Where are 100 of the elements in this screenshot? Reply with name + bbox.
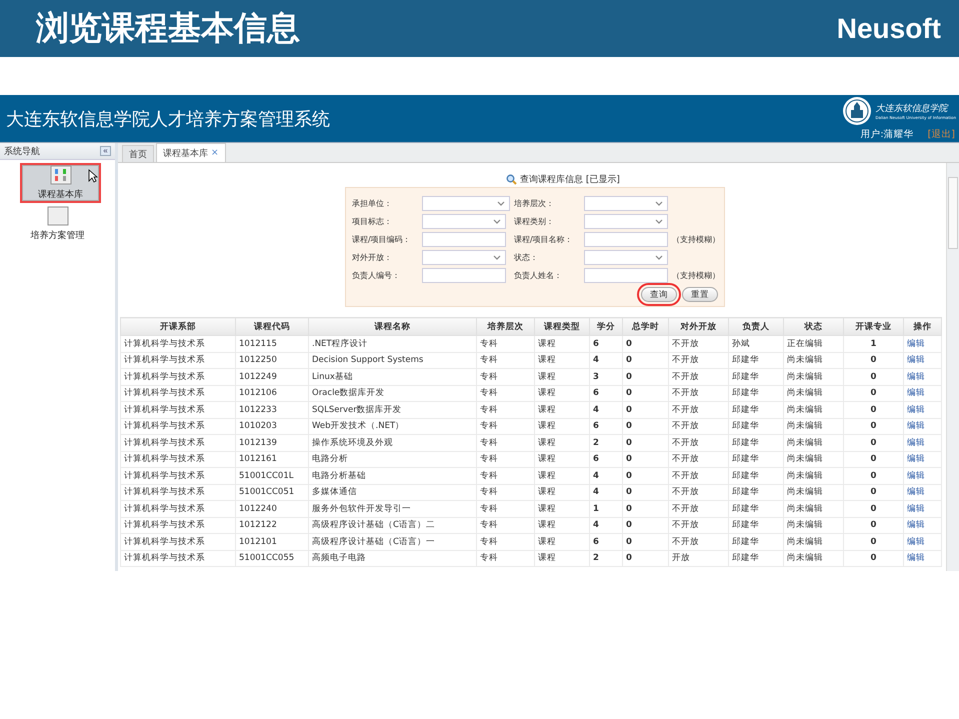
field-label: 负责人编号： (352, 270, 401, 281)
table-cell: 专科 (476, 484, 534, 500)
table-cell: 课程 (534, 451, 590, 468)
table-cell: 计算机科学与技术系 (120, 468, 236, 484)
column-header: 开课系部 (120, 318, 236, 336)
table-cell: 不开放 (668, 368, 728, 385)
table-cell: 尚未编辑 (784, 418, 844, 434)
table-cell: 尚未编辑 (784, 368, 844, 385)
table-cell: 0 (844, 534, 904, 550)
table-cell: 课程 (534, 534, 590, 550)
input-field[interactable] (422, 232, 506, 247)
table-cell: 0 (622, 484, 668, 500)
table-cell: 专科 (476, 500, 534, 517)
table-cell: 尚未编辑 (784, 534, 844, 550)
table-cell: 课程 (534, 550, 590, 566)
field-label: 状态： (514, 252, 539, 263)
field-label: 承担单位： (352, 198, 393, 209)
table-cell: 3 (590, 368, 622, 385)
table-cell: 邱建华 (728, 402, 784, 418)
input-field[interactable] (584, 268, 668, 283)
field-label: 对外开放： (352, 252, 393, 263)
table-cell: 0 (844, 500, 904, 517)
tab[interactable]: 首页 (122, 145, 154, 162)
tab[interactable]: 课程基本库 × (156, 143, 226, 162)
column-header: 课程名称 (308, 318, 476, 336)
table-cell: 邱建华 (728, 517, 784, 534)
table-cell: 1012250 (236, 352, 308, 368)
table-cell: 操作系统环境及外观 (308, 434, 476, 451)
table-cell: 高级程序设计基础（C语言）二 (308, 517, 476, 534)
table-cell: 专科 (476, 418, 534, 434)
module-icon (50, 165, 72, 185)
table-cell: 尚未编辑 (784, 468, 844, 484)
table-cell: 计算机科学与技术系 (120, 368, 236, 385)
table-cell: 专科 (476, 517, 534, 534)
field-label: 负责人姓名： (514, 270, 563, 281)
table-cell: 0 (622, 451, 668, 468)
table-cell: 0 (622, 368, 668, 385)
table-cell: 课程 (534, 336, 590, 352)
field-label: 课程类别： (514, 216, 555, 227)
sidebar-item[interactable]: 课程基本库 (20, 163, 101, 203)
table-cell: 不开放 (668, 385, 728, 402)
table-cell: 0 (844, 434, 904, 451)
query-title: 查询课程库信息 [已显示] (520, 174, 620, 186)
table-cell: 尚未编辑 (784, 517, 844, 534)
table-cell: 计算机科学与技术系 (120, 385, 236, 402)
table-cell: Linux基础 (308, 368, 476, 385)
table-cell: 4 (590, 517, 622, 534)
dropdown-field[interactable] (422, 250, 506, 265)
input-field[interactable] (422, 268, 506, 283)
collapse-button[interactable]: « (100, 146, 111, 156)
table-cell: 0 (622, 418, 668, 434)
column-header: 负责人 (728, 318, 784, 336)
table-cell: 专科 (476, 368, 534, 385)
sidebar-item[interactable]: 培养方案管理 (3, 206, 112, 242)
table-cell: 课程 (534, 368, 590, 385)
table-cell: 1012115 (236, 336, 308, 352)
query-button[interactable]: 重置 (682, 287, 718, 302)
table-cell: 课程 (534, 385, 590, 402)
table-cell: 课程 (534, 500, 590, 517)
table-cell: Web开发技术（.NET） (308, 418, 476, 434)
table-cell: 51001CC051 (236, 484, 308, 500)
table-cell: 专科 (476, 336, 534, 352)
dropdown-field[interactable] (584, 250, 668, 265)
table-cell: 课程 (534, 517, 590, 534)
field-hint: （支持模糊） (672, 270, 720, 281)
table-cell: 4 (590, 402, 622, 418)
table-cell: 尚未编辑 (784, 451, 844, 468)
table-cell: 计算机科学与技术系 (120, 550, 236, 566)
dropdown-field[interactable] (584, 196, 668, 211)
scrollbar[interactable] (946, 163, 959, 571)
input-field[interactable] (584, 232, 668, 247)
table-cell: 计算机科学与技术系 (120, 534, 236, 550)
table-cell: 电路分析 (308, 451, 476, 468)
table-cell: 不开放 (668, 534, 728, 550)
table-cell: 不开放 (668, 484, 728, 500)
slide-title: 浏览课程基本信息 (36, 7, 300, 49)
table-cell: 不开放 (668, 418, 728, 434)
table-cell: 课程 (534, 352, 590, 368)
table-cell: 邱建华 (728, 534, 784, 550)
table-cell: 0 (622, 402, 668, 418)
dropdown-field[interactable] (422, 214, 506, 229)
chevron-icon (655, 255, 663, 260)
close-icon[interactable]: × (211, 148, 219, 158)
table-cell: 课程 (534, 418, 590, 434)
table-cell: 邱建华 (728, 451, 784, 468)
dropdown-field[interactable] (584, 214, 668, 229)
dropdown-field[interactable] (422, 196, 510, 211)
table-cell: 1012233 (236, 402, 308, 418)
table-cell: 计算机科学与技术系 (120, 434, 236, 451)
table-cell: Decision Support Systems (308, 352, 476, 368)
table-cell: 高级程序设计基础（C语言）一 (308, 534, 476, 550)
field-hint: （支持模糊） (672, 234, 720, 245)
table-cell: 6 (590, 451, 622, 468)
table-cell: 2 (590, 434, 622, 451)
column-header: 开课专业 (844, 318, 904, 336)
table-cell: 0 (844, 402, 904, 418)
table-cell: 不开放 (668, 434, 728, 451)
emblem-icon (842, 96, 872, 126)
table-cell: 多媒体通信 (308, 484, 476, 500)
column-header: 状态 (784, 318, 844, 336)
